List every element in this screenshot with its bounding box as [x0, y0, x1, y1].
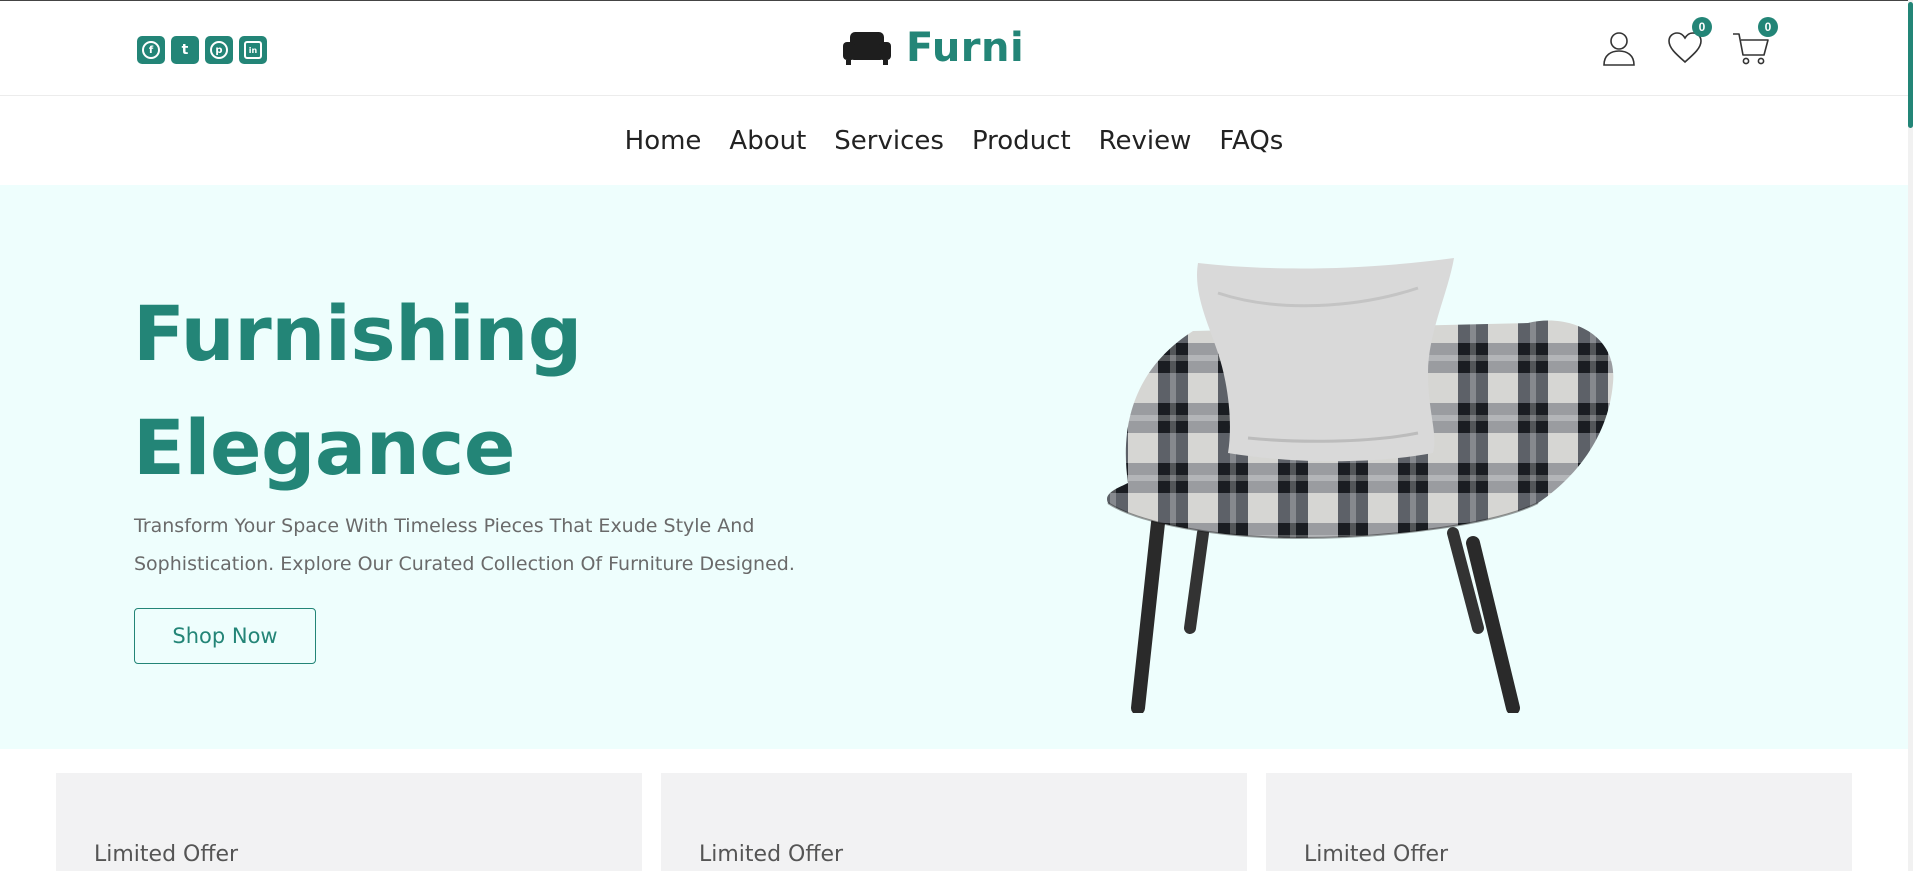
hero-desc-line2: Sophistication. Explore Our Curated Coll… [134, 553, 795, 575]
cart-button[interactable]: 0 [1732, 17, 1778, 67]
nav-about[interactable]: About [729, 126, 806, 156]
main-nav: Home About Services Product Review FAQs [0, 97, 1908, 185]
twitter-icon: t [181, 42, 189, 58]
hero-section: Furnishing Elegance Transform Your Space… [0, 185, 1908, 749]
header-icons: 0 0 [1600, 17, 1778, 67]
pinterest-link[interactable]: p [205, 36, 233, 64]
social-links: f t p in [137, 36, 267, 64]
nav-product[interactable]: Product [972, 126, 1071, 156]
hero-title-line2: Elegance [133, 403, 515, 492]
linkedin-icon: in [244, 41, 262, 59]
sofa-icon [843, 32, 891, 65]
offer-label: Limited Offer [94, 842, 239, 867]
hero-description: Transform Your Space With Timeless Piece… [134, 507, 834, 583]
armchair-image [1107, 258, 1614, 713]
top-header: f t p in Furni 0 0 [0, 0, 1908, 96]
offer-cards: Limited Offer Limited Offer Limited Offe… [56, 773, 1852, 871]
offer-card[interactable]: Limited Offer [1266, 773, 1852, 871]
facebook-icon: f [142, 41, 160, 59]
offer-label: Limited Offer [699, 842, 844, 867]
twitter-link[interactable]: t [171, 36, 199, 64]
shop-now-button[interactable]: Shop Now [134, 608, 316, 664]
nav-home[interactable]: Home [625, 126, 702, 156]
offer-card[interactable]: Limited Offer [56, 773, 642, 871]
hero-title: Furnishing Elegance [133, 277, 582, 505]
user-icon [1603, 32, 1635, 66]
linkedin-link[interactable]: in [239, 36, 267, 64]
brand-logo[interactable]: Furni [842, 25, 1024, 71]
offer-label: Limited Offer [1304, 842, 1449, 867]
nav-review[interactable]: Review [1099, 126, 1192, 156]
offer-card[interactable]: Limited Offer [661, 773, 1247, 871]
pinterest-icon: p [210, 41, 228, 59]
hero-desc-line1: Transform Your Space With Timeless Piece… [134, 515, 755, 537]
nav-services[interactable]: Services [834, 126, 944, 156]
account-button[interactable] [1600, 29, 1638, 67]
scrollbar-thumb[interactable] [1908, 2, 1913, 128]
page-scrollbar[interactable] [1908, 0, 1913, 871]
wishlist-count-badge: 0 [1692, 17, 1712, 37]
brand-name: Furni [906, 25, 1025, 71]
wishlist-button[interactable]: 0 [1666, 17, 1712, 67]
facebook-link[interactable]: f [137, 36, 165, 64]
cart-count-badge: 0 [1758, 17, 1778, 37]
nav-faqs[interactable]: FAQs [1219, 126, 1283, 156]
hero-title-line1: Furnishing [133, 289, 582, 378]
